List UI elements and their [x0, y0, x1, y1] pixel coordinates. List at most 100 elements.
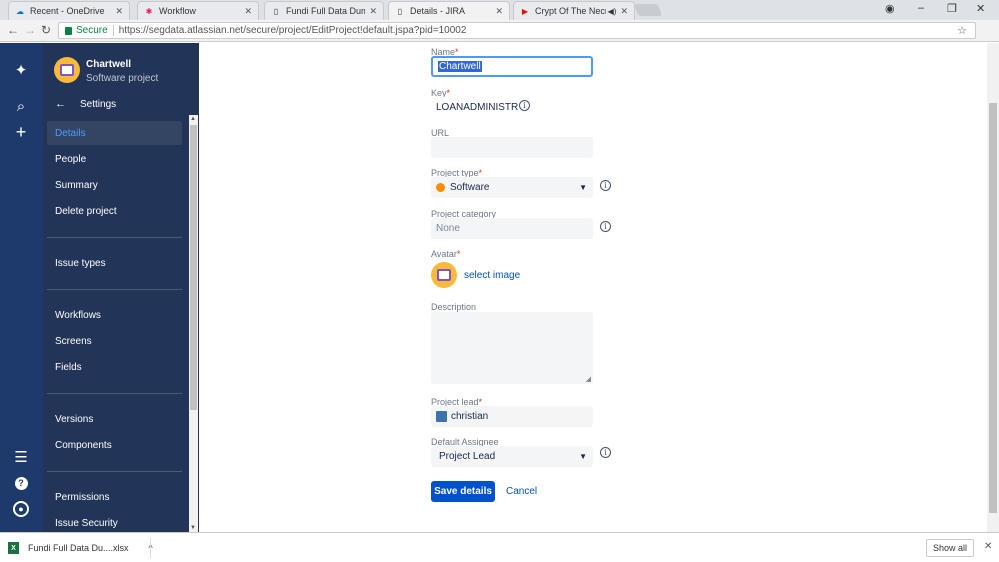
settings-label: Settings [80, 98, 117, 110]
tab-title: Fundi Full Data Dump Re [286, 6, 366, 16]
sidebar-scrollbar[interactable]: ▲ ▼ [189, 115, 198, 532]
profile-icon[interactable]: ◉ [885, 2, 895, 15]
avatar-label: Avatar* [431, 249, 461, 259]
restore-icon[interactable]: ❐ [947, 2, 957, 15]
onedrive-icon: ☁ [16, 6, 24, 16]
search-icon[interactable]: ⌕ [12, 97, 30, 115]
back-icon[interactable]: ← [7, 23, 19, 37]
sidebar-item-details[interactable]: Details [47, 121, 182, 145]
sidebar-item-permissions[interactable]: Permissions [47, 485, 182, 509]
url-input[interactable] [431, 137, 593, 158]
bookmark-star-icon[interactable]: ☆ [957, 24, 967, 37]
sidebar-item-delete-project[interactable]: Delete project [47, 199, 182, 223]
project-name: Chartwell [86, 59, 132, 70]
sidebar-item-issue-types[interactable]: Issue types [47, 251, 182, 275]
edit-project-form: Name* Chartwell Key* LOANADMINISTR i URL… [199, 43, 987, 532]
name-input[interactable]: Chartwell [431, 56, 593, 77]
download-file-name: Fundi Full Data Du....xlsx [28, 543, 129, 553]
address-bar[interactable]: Secure https://segdata.atlassian.net/sec… [58, 22, 976, 39]
close-tab-icon[interactable]: ✕ [620, 6, 628, 17]
divider [150, 538, 151, 558]
divider [112, 25, 114, 36]
user-avatar-icon[interactable]: ● [12, 500, 30, 518]
close-icon[interactable]: ✕ [984, 541, 992, 552]
cancel-link[interactable]: Cancel [506, 486, 537, 497]
info-icon[interactable]: i [519, 100, 530, 111]
page-scrollbar[interactable] [987, 43, 999, 532]
download-item[interactable]: X Fundi Full Data Du....xlsx ^ [8, 538, 153, 558]
close-tab-icon[interactable]: ✕ [495, 6, 503, 17]
divider [47, 471, 182, 472]
scrollbar-thumb[interactable] [989, 103, 997, 513]
project-category-select[interactable]: None [431, 218, 593, 239]
sidebar-item-issue-security[interactable]: Issue Security [47, 511, 182, 532]
chevron-down-icon: ▼ [579, 452, 587, 461]
project-lead-picker[interactable]: christian [431, 406, 593, 427]
project-type-value: Software [450, 182, 490, 193]
settings-back-link[interactable]: ← Settings [55, 98, 116, 110]
browser-tab-jira[interactable]: ▯ Details - JIRA ✕ [388, 1, 510, 20]
forward-icon[interactable]: → [24, 23, 36, 37]
show-all-button[interactable]: Show all [926, 539, 974, 557]
close-tab-icon[interactable]: ✕ [369, 6, 377, 17]
sidebar-item-workflows[interactable]: Workflows [47, 303, 182, 327]
description-textarea[interactable]: ◢ [431, 312, 593, 384]
audio-icon: ◀) [607, 6, 617, 16]
jira-logo-icon[interactable]: ✦ [12, 61, 30, 79]
sidebar-item-components[interactable]: Components [47, 433, 182, 457]
scroll-up-icon[interactable]: ▲ [190, 116, 196, 122]
chevron-down-icon: ▼ [579, 183, 587, 192]
help-icon[interactable]: ? [12, 474, 30, 492]
youtube-icon: ▶ [521, 6, 529, 16]
tab-title: Workflow [159, 6, 196, 16]
select-image-link[interactable]: select image [464, 270, 520, 281]
secure-label: Secure [76, 25, 108, 36]
new-tab-button[interactable] [633, 4, 663, 16]
reload-icon[interactable]: ↻ [41, 23, 51, 37]
tab-title: Details - JIRA [410, 6, 466, 16]
info-icon[interactable]: i [600, 180, 611, 191]
software-icon [436, 183, 445, 192]
close-window-icon[interactable]: ✕ [976, 2, 985, 15]
slack-icon: ✱ [145, 6, 153, 16]
scroll-down-icon[interactable]: ▼ [190, 525, 196, 531]
browser-tab-workflow[interactable]: ✱ Workflow ✕ [137, 1, 259, 20]
sidebar-item-fields[interactable]: Fields [47, 355, 182, 379]
close-tab-icon[interactable]: ✕ [244, 6, 252, 17]
default-assignee-select[interactable]: Project Lead ▼ [431, 446, 593, 467]
close-tab-icon[interactable]: ✕ [115, 6, 123, 17]
project-avatar-image[interactable] [431, 262, 457, 288]
default-assignee-value: Project Lead [439, 451, 496, 462]
lock-icon [65, 26, 72, 35]
user-icon [436, 411, 447, 422]
download-bar: X Fundi Full Data Du....xlsx ^ Show all … [0, 532, 999, 562]
minimize-icon[interactable]: – [918, 2, 924, 14]
sidebar-item-versions[interactable]: Versions [47, 407, 182, 431]
menu-icon[interactable]: ☰ [12, 448, 30, 466]
excel-icon: X [8, 542, 19, 554]
global-navigation: ✦ ⌕ + ☰ ? ● [0, 43, 43, 532]
project-type: Software project [86, 73, 159, 84]
project-lead-value: christian [451, 411, 489, 422]
browser-tab-strip: ☁ Recent - OneDrive ✕ ✱ Workflow ✕ ▯ Fun… [0, 0, 999, 20]
divider [47, 393, 182, 394]
sidebar-item-summary[interactable]: Summary [47, 173, 182, 197]
browser-tab-youtube[interactable]: ▶ Crypt Of The Necrod ◀) ✕ [513, 1, 635, 20]
tab-title: Crypt Of The Necrod [535, 6, 606, 16]
scrollbar-thumb[interactable] [190, 125, 197, 410]
save-details-button[interactable]: Save details [431, 481, 495, 502]
secure-indicator[interactable]: Secure [65, 25, 108, 36]
browser-tab-fundi[interactable]: ▯ Fundi Full Data Dump Re ✕ [264, 1, 384, 20]
info-icon[interactable]: i [600, 447, 611, 458]
create-icon[interactable]: + [12, 122, 30, 142]
sidebar-item-screens[interactable]: Screens [47, 329, 182, 353]
sidebar-item-people[interactable]: People [47, 147, 182, 171]
info-icon[interactable]: i [600, 221, 611, 232]
document-icon: ▯ [397, 6, 403, 16]
project-type-select[interactable]: Software ▼ [431, 177, 593, 198]
arrow-left-icon: ← [55, 98, 66, 110]
resize-handle-icon[interactable]: ◢ [586, 375, 591, 383]
browser-tab-onedrive[interactable]: ☁ Recent - OneDrive ✕ [8, 1, 130, 20]
description-label: Description [431, 302, 477, 312]
browser-toolbar: ← → ↻ Secure https://segdata.atlassian.n… [0, 20, 999, 42]
